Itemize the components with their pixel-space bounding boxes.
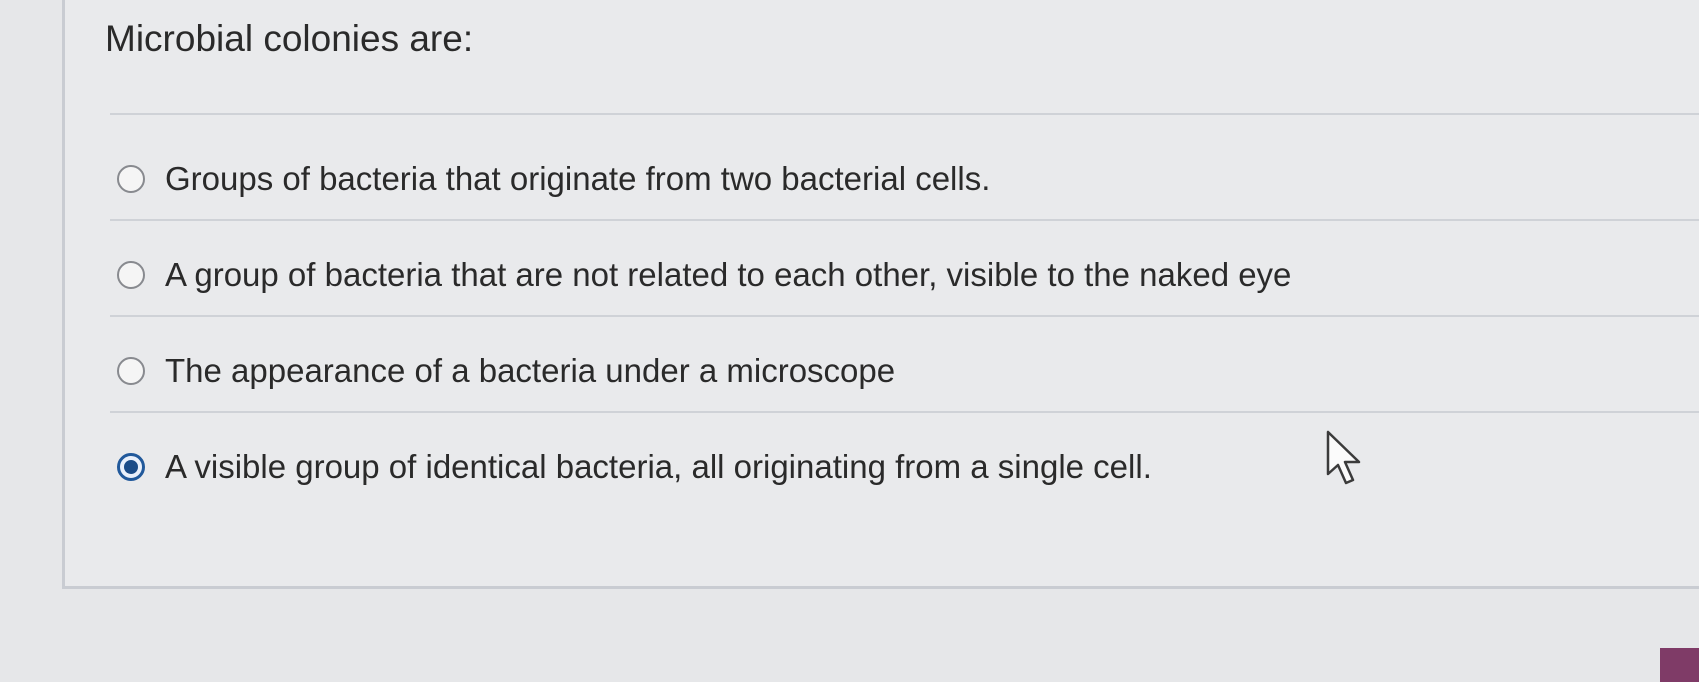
mouse-pointer-icon <box>1326 430 1361 485</box>
answer-option-1[interactable]: Groups of bacteria that originate from t… <box>117 154 990 204</box>
divider-3 <box>110 411 1699 413</box>
answer-option-label: The appearance of a bacteria under a mic… <box>165 352 896 389</box>
divider-1 <box>110 219 1699 221</box>
radio-button-empty-icon[interactable] <box>117 357 145 385</box>
radio-button-empty-icon[interactable] <box>117 165 145 193</box>
corner-accent-block <box>1660 648 1699 682</box>
question-text: Microbial colonies are: <box>105 18 474 59</box>
answer-option-label: A group of bacteria that are not related… <box>165 256 1292 293</box>
answer-option-4[interactable]: A visible group of identical bacteria, a… <box>117 442 1152 492</box>
divider-2 <box>110 315 1699 317</box>
answer-option-label: A visible group of identical bacteria, a… <box>165 448 1152 485</box>
answer-option-3[interactable]: The appearance of a bacteria under a mic… <box>117 346 895 396</box>
radio-button-empty-icon[interactable] <box>117 261 145 289</box>
answer-option-2[interactable]: A group of bacteria that are not related… <box>117 250 1291 300</box>
divider-top <box>110 113 1699 115</box>
answer-option-label: Groups of bacteria that originate from t… <box>165 160 991 197</box>
radio-button-filled-icon[interactable] <box>117 453 145 481</box>
